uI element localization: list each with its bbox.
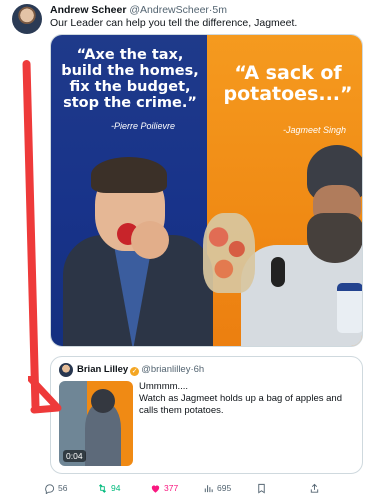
thumbnail-turban — [91, 389, 115, 413]
video-duration: 0:04 — [63, 450, 86, 462]
quoted-author-handle[interactable]: @brianlilley — [141, 364, 190, 375]
quoted-author-name[interactable]: Brian Lilley — [77, 364, 128, 375]
reply-icon — [45, 483, 55, 494]
quote-line: “A sack of — [234, 62, 342, 84]
quote-line: build the homes, — [61, 63, 199, 79]
bag-of-apples — [203, 213, 255, 293]
tweet-header: Andrew Scheer @AndrewScheer·5m — [50, 4, 227, 16]
share-button[interactable] — [309, 483, 362, 494]
microphone — [271, 257, 285, 287]
quote-line: potatoes...” — [223, 83, 353, 105]
poilievre-attribution: -Pierre Poilievre — [111, 121, 176, 131]
tweet-text: Our Leader can help you tell the differe… — [50, 17, 298, 29]
quote-line: fix the budget, — [69, 79, 191, 95]
like-count: 377 — [164, 483, 179, 493]
tweet-image[interactable]: “Axe the tax, build the homes, fix the b… — [50, 34, 363, 347]
avatar[interactable] — [12, 4, 42, 34]
views-button[interactable]: 695 — [203, 483, 256, 494]
quoted-line: Ummmm.... — [139, 381, 189, 392]
like-button[interactable]: 377 — [150, 483, 203, 494]
quote-line: stop the crime.” — [63, 95, 197, 111]
poilievre-hair — [91, 157, 167, 193]
view-count: 695 — [217, 483, 232, 493]
quote-line: “Axe the tax, — [76, 47, 184, 63]
share-icon — [310, 483, 319, 493]
bookmark-icon — [258, 483, 265, 493]
reply-count: 56 — [58, 483, 68, 493]
tweet[interactable]: Andrew Scheer @AndrewScheer·5m Our Leade… — [0, 0, 368, 500]
action-bar: 56 94 377 695 — [44, 478, 362, 498]
views-chart-icon — [204, 484, 213, 492]
singh-beard — [307, 213, 362, 263]
poilievre-hand — [131, 221, 169, 259]
container-can — [337, 283, 362, 333]
post-time[interactable]: 5m — [212, 4, 227, 16]
singh-quote: “A sack of potatoes...” — [213, 62, 362, 105]
quoted-tweet[interactable]: Brian Lilley ✓ @brianlilley·6h 0:04 Ummmm.… — [50, 356, 363, 474]
author-handle[interactable]: @AndrewScheer — [129, 4, 209, 16]
red-arrow-shaft — [22, 59, 40, 411]
retweet-icon — [98, 483, 107, 493]
heart-icon — [151, 484, 160, 493]
retweet-button[interactable]: 94 — [97, 483, 150, 494]
poilievre-quote: “Axe the tax, build the homes, fix the b… — [59, 47, 201, 111]
quoted-time[interactable]: 6h — [194, 364, 205, 375]
quoted-line: Watch as Jagmeet holds up a bag of apple… — [139, 393, 342, 416]
bookmark-button[interactable] — [256, 483, 309, 494]
verified-badge-icon: ✓ — [130, 367, 140, 376]
author-name[interactable]: Andrew Scheer — [50, 4, 126, 16]
quoted-avatar[interactable] — [59, 363, 73, 377]
retweet-count: 94 — [111, 483, 121, 493]
video-thumbnail[interactable]: 0:04 — [59, 381, 133, 466]
reply-button[interactable]: 56 — [44, 483, 97, 494]
quoted-header: Brian Lilley ✓ @brianlilley·6h — [77, 364, 204, 376]
singh-attribution: -Jagmeet Singh — [283, 125, 347, 135]
quoted-text: Ummmm.... Watch as Jagmeet holds up a ba… — [139, 381, 357, 417]
